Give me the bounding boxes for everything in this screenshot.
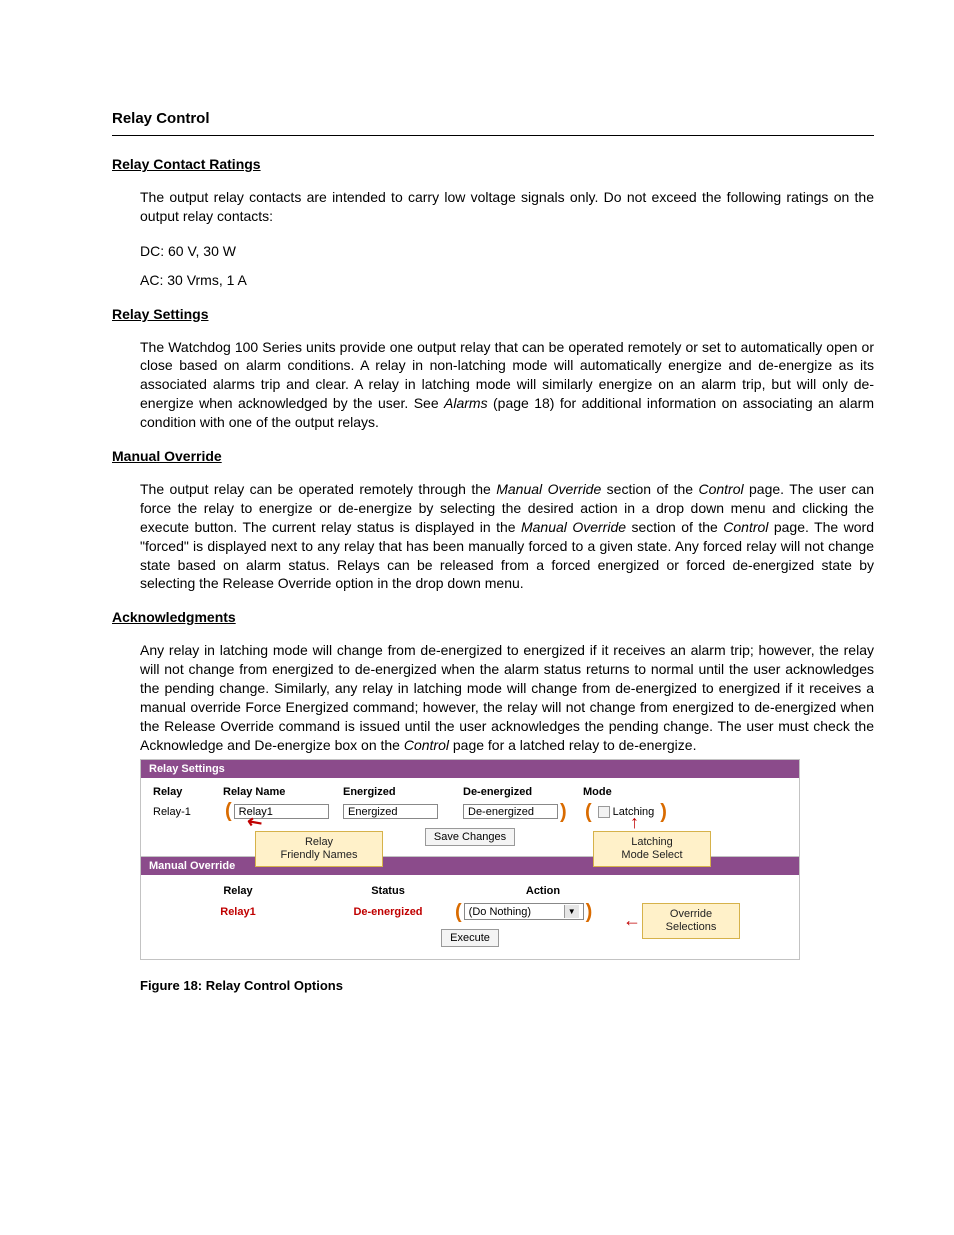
ratings-p1: The output relay contacts are intended t… (140, 188, 874, 226)
settings-p1-alarms: Alarms (444, 395, 488, 411)
save-changes-button[interactable]: Save Changes (425, 828, 515, 846)
bracket-right-action-icon (584, 905, 595, 919)
arrow-latching-icon: ↑ (630, 813, 639, 831)
bracket-left-mode-icon (583, 805, 594, 819)
bracket-right-icon (558, 805, 569, 819)
energized-label-input[interactable]: Energized (343, 804, 438, 819)
chevron-down-icon: ▼ (564, 905, 579, 918)
ack-p1-b: page for a latched relay to de-energize. (449, 737, 697, 753)
document-page: Relay Control Relay Contact Ratings The … (0, 0, 954, 1235)
latching-checkbox[interactable] (598, 806, 610, 818)
title-rule (112, 135, 874, 136)
col-head-deenergized: De-energized (463, 786, 583, 798)
action-select-value: (Do Nothing) (469, 906, 531, 918)
execute-button[interactable]: Execute (441, 929, 499, 947)
callout-override-text: Override Selections (666, 908, 717, 933)
arrow-override-icon: ← (623, 911, 641, 929)
relay-settings-header-row: Relay Relay Name Energized De-energized … (153, 786, 787, 798)
mo-status: De-energized (353, 906, 422, 918)
page-title: Relay Control (112, 110, 874, 133)
manual-p1-a: The output relay can be operated remotel… (140, 481, 496, 497)
col-head-name: Relay Name (223, 786, 343, 798)
mo-col-head-action: Action (453, 885, 633, 897)
manual-p1-it3: Manual Override (521, 519, 626, 535)
deenergized-bracket: De-energized (463, 804, 569, 819)
latching-checkbox-wrap[interactable]: Latching (594, 805, 659, 819)
mo-relay-name: Relay1 (220, 906, 255, 918)
ack-p1-it: Control (404, 737, 449, 753)
manual-p1-d: section of the (626, 519, 723, 535)
col-head-mode: Mode (583, 786, 673, 798)
figure-caption: Figure 18: Relay Control Options (140, 978, 874, 993)
deenergized-label-input[interactable]: De-energized (463, 804, 558, 819)
action-bracket: (Do Nothing) ▼ (453, 903, 594, 920)
bracket-right-mode-icon (658, 805, 669, 819)
relay-id: Relay-1 (153, 806, 223, 818)
col-head-relay: Relay (153, 786, 223, 798)
manual-p1-b: section of the (601, 481, 698, 497)
manual-p1: The output relay can be operated remotel… (140, 480, 874, 593)
mo-col-head-relay: Relay (153, 885, 323, 897)
heading-settings: Relay Settings (112, 306, 874, 322)
callout-friendly-names: Relay Friendly Names (255, 831, 383, 867)
callout-latching: Latching Mode Select (593, 831, 711, 867)
heading-manual: Manual Override (112, 448, 874, 464)
panel-header-relay-settings: Relay Settings (141, 760, 799, 778)
callout-friendly-text: Relay Friendly Names (280, 836, 357, 861)
manual-p1-it4: Control (723, 519, 768, 535)
action-select[interactable]: (Do Nothing) ▼ (464, 903, 584, 920)
ack-p1: Any relay in latching mode will change f… (140, 641, 874, 754)
manual-override-header-row: Relay Status Action (153, 885, 787, 897)
settings-p1: The Watchdog 100 Series units provide on… (140, 338, 874, 432)
manual-p1-it1: Manual Override (496, 481, 601, 497)
ratings-ac: AC: 30 Vrms, 1 A (140, 271, 874, 290)
col-head-energized: Energized (343, 786, 463, 798)
mode-bracket: Latching (583, 805, 669, 819)
relay-name-bracket: Relay1 (223, 804, 339, 819)
heading-ratings: Relay Contact Ratings (112, 156, 874, 172)
manual-p1-it2: Control (698, 481, 743, 497)
mo-col-head-status: Status (323, 885, 453, 897)
figure-relay-control: Relay Settings Relay Relay Name Energize… (140, 759, 800, 960)
heading-ack: Acknowledgments (112, 609, 874, 625)
bracket-left-icon (223, 804, 234, 818)
callout-latching-text: Latching Mode Select (621, 836, 682, 861)
ratings-dc: DC: 60 V, 30 W (140, 242, 874, 261)
bracket-left-action-icon (453, 905, 464, 919)
callout-override: Override Selections (642, 903, 740, 939)
